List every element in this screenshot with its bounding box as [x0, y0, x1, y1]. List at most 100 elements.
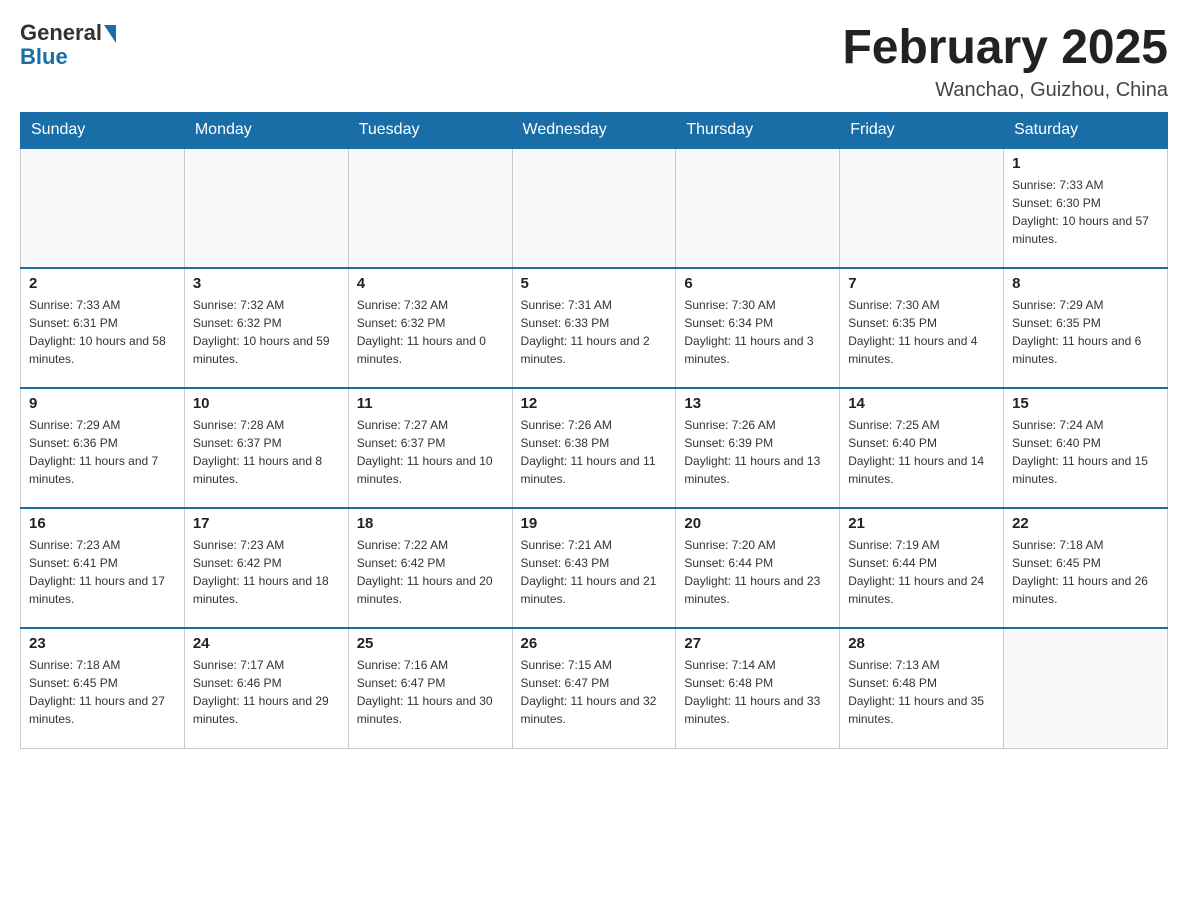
day-info: Sunrise: 7:24 AMSunset: 6:40 PMDaylight:… — [1012, 416, 1159, 488]
day-info: Sunrise: 7:18 AMSunset: 6:45 PMDaylight:… — [29, 656, 176, 728]
day-info: Sunrise: 7:33 AMSunset: 6:31 PMDaylight:… — [29, 296, 176, 368]
calendar-cell: 8Sunrise: 7:29 AMSunset: 6:35 PMDaylight… — [1004, 268, 1168, 388]
weekday-header: Monday — [184, 113, 348, 149]
day-info: Sunrise: 7:18 AMSunset: 6:45 PMDaylight:… — [1012, 536, 1159, 608]
day-number: 3 — [193, 275, 340, 292]
calendar-cell: 28 Sunrise: 7:13 AMSunset: 6:48 PMDayligh… — [840, 628, 1004, 748]
calendar-cell: 15 Sunrise: 7:24 AMSunset: 6:40 PMDayligh… — [1004, 388, 1168, 508]
calendar-cell: 17Sunrise: 7:23 AMSunset: 6:42 PMDayligh… — [184, 508, 348, 628]
day-info: Sunrise: 7:21 AMSunset: 6:43 PMDaylight:… — [521, 536, 668, 608]
day-info: Sunrise: 7:26 AMSunset: 6:38 PMDaylight:… — [521, 416, 668, 488]
day-number: 14 — [848, 395, 995, 412]
day-number: 2 — [29, 275, 176, 292]
calendar-week-row: 16 Sunrise: 7:23 AMSunset: 6:41 PMDayligh… — [21, 508, 1168, 628]
calendar-table: SundayMondayTuesdayWednesdayThursdayFrid… — [20, 112, 1168, 749]
day-number: 15 — [1012, 395, 1159, 412]
logo-blue-text: Blue — [20, 44, 68, 70]
day-info: Sunrise: 7:26 AMSunset: 6:39 PMDaylight:… — [684, 416, 831, 488]
logo-arrow-icon — [104, 25, 116, 43]
calendar-cell — [348, 148, 512, 268]
day-number: 16 — [29, 515, 176, 532]
day-number: 11 — [357, 395, 504, 412]
day-number: 12 — [521, 395, 668, 412]
day-number: 19 — [521, 515, 668, 532]
month-title: February 2025 — [842, 20, 1168, 75]
day-number: 18 — [357, 515, 504, 532]
calendar-cell: 16 Sunrise: 7:23 AMSunset: 6:41 PMDayligh… — [21, 508, 185, 628]
weekday-header: Sunday — [21, 113, 185, 149]
day-number: 28 — [848, 635, 995, 652]
day-info: Sunrise: 7:31 AMSunset: 6:33 PMDaylight:… — [521, 296, 668, 368]
day-info: Sunrise: 7:27 AMSunset: 6:37 PMDaylight:… — [357, 416, 504, 488]
calendar-cell — [512, 148, 676, 268]
calendar-cell: 5 Sunrise: 7:31 AMSunset: 6:33 PMDaylight… — [512, 268, 676, 388]
calendar-cell: 10Sunrise: 7:28 AMSunset: 6:37 PMDayligh… — [184, 388, 348, 508]
calendar-cell — [840, 148, 1004, 268]
location-title: Wanchao, Guizhou, China — [842, 79, 1168, 102]
day-number: 4 — [357, 275, 504, 292]
day-info: Sunrise: 7:17 AMSunset: 6:46 PMDaylight:… — [193, 656, 340, 728]
day-number: 1 — [1012, 155, 1159, 172]
weekday-header: Friday — [840, 113, 1004, 149]
calendar-cell: 4 Sunrise: 7:32 AMSunset: 6:32 PMDaylight… — [348, 268, 512, 388]
calendar-week-row: 1 Sunrise: 7:33 AMSunset: 6:30 PMDaylight… — [21, 148, 1168, 268]
weekday-header: Wednesday — [512, 113, 676, 149]
day-info: Sunrise: 7:13 AMSunset: 6:48 PMDaylight:… — [848, 656, 995, 728]
calendar-cell: 7 Sunrise: 7:30 AMSunset: 6:35 PMDaylight… — [840, 268, 1004, 388]
page-header: General Blue February 2025 Wanchao, Guiz… — [20, 20, 1168, 102]
calendar-week-row: 23 Sunrise: 7:18 AMSunset: 6:45 PMDayligh… — [21, 628, 1168, 748]
day-number: 7 — [848, 275, 995, 292]
calendar-cell: 6 Sunrise: 7:30 AMSunset: 6:34 PMDaylight… — [676, 268, 840, 388]
day-number: 21 — [848, 515, 995, 532]
calendar-cell: 1 Sunrise: 7:33 AMSunset: 6:30 PMDaylight… — [1004, 148, 1168, 268]
calendar-cell: 27 Sunrise: 7:14 AMSunset: 6:48 PMDayligh… — [676, 628, 840, 748]
day-number: 6 — [684, 275, 831, 292]
day-info: Sunrise: 7:32 AMSunset: 6:32 PMDaylight:… — [193, 296, 340, 368]
title-block: February 2025 Wanchao, Guizhou, China — [842, 20, 1168, 102]
day-info: Sunrise: 7:14 AMSunset: 6:48 PMDaylight:… — [684, 656, 831, 728]
day-number: 27 — [684, 635, 831, 652]
day-number: 8 — [1012, 275, 1159, 292]
day-number: 17 — [193, 515, 340, 532]
calendar-cell: 14 Sunrise: 7:25 AMSunset: 6:40 PMDayligh… — [840, 388, 1004, 508]
calendar-cell: 18 Sunrise: 7:22 AMSunset: 6:42 PMDayligh… — [348, 508, 512, 628]
calendar-week-row: 9 Sunrise: 7:29 AMSunset: 6:36 PMDaylight… — [21, 388, 1168, 508]
day-info: Sunrise: 7:16 AMSunset: 6:47 PMDaylight:… — [357, 656, 504, 728]
calendar-cell: 3 Sunrise: 7:32 AMSunset: 6:32 PMDaylight… — [184, 268, 348, 388]
day-info: Sunrise: 7:23 AMSunset: 6:41 PMDaylight:… — [29, 536, 176, 608]
calendar-cell — [21, 148, 185, 268]
calendar-cell: 19 Sunrise: 7:21 AMSunset: 6:43 PMDayligh… — [512, 508, 676, 628]
calendar-cell: 21Sunrise: 7:19 AMSunset: 6:44 PMDayligh… — [840, 508, 1004, 628]
day-info: Sunrise: 7:30 AMSunset: 6:34 PMDaylight:… — [684, 296, 831, 368]
day-info: Sunrise: 7:20 AMSunset: 6:44 PMDaylight:… — [684, 536, 831, 608]
calendar-cell — [184, 148, 348, 268]
day-number: 26 — [521, 635, 668, 652]
day-info: Sunrise: 7:25 AMSunset: 6:40 PMDaylight:… — [848, 416, 995, 488]
calendar-cell — [676, 148, 840, 268]
day-number: 5 — [521, 275, 668, 292]
calendar-cell: 12 Sunrise: 7:26 AMSunset: 6:38 PMDayligh… — [512, 388, 676, 508]
day-info: Sunrise: 7:28 AMSunset: 6:37 PMDaylight:… — [193, 416, 340, 488]
weekday-header: Saturday — [1004, 113, 1168, 149]
calendar-cell: 11 Sunrise: 7:27 AMSunset: 6:37 PMDayligh… — [348, 388, 512, 508]
day-number: 22 — [1012, 515, 1159, 532]
calendar-cell: 20Sunrise: 7:20 AMSunset: 6:44 PMDayligh… — [676, 508, 840, 628]
calendar-cell: 9 Sunrise: 7:29 AMSunset: 6:36 PMDaylight… — [21, 388, 185, 508]
calendar-cell: 22 Sunrise: 7:18 AMSunset: 6:45 PMDayligh… — [1004, 508, 1168, 628]
day-info: Sunrise: 7:32 AMSunset: 6:32 PMDaylight:… — [357, 296, 504, 368]
calendar-header-row: SundayMondayTuesdayWednesdayThursdayFrid… — [21, 113, 1168, 149]
day-info: Sunrise: 7:30 AMSunset: 6:35 PMDaylight:… — [848, 296, 995, 368]
day-number: 25 — [357, 635, 504, 652]
day-number: 9 — [29, 395, 176, 412]
day-info: Sunrise: 7:33 AMSunset: 6:30 PMDaylight:… — [1012, 176, 1159, 248]
logo: General Blue — [20, 20, 116, 70]
day-info: Sunrise: 7:22 AMSunset: 6:42 PMDaylight:… — [357, 536, 504, 608]
calendar-cell: 24Sunrise: 7:17 AMSunset: 6:46 PMDayligh… — [184, 628, 348, 748]
calendar-cell: 26Sunrise: 7:15 AMSunset: 6:47 PMDayligh… — [512, 628, 676, 748]
day-number: 23 — [29, 635, 176, 652]
weekday-header: Tuesday — [348, 113, 512, 149]
day-number: 13 — [684, 395, 831, 412]
calendar-cell: 25 Sunrise: 7:16 AMSunset: 6:47 PMDayligh… — [348, 628, 512, 748]
day-info: Sunrise: 7:29 AMSunset: 6:36 PMDaylight:… — [29, 416, 176, 488]
weekday-header: Thursday — [676, 113, 840, 149]
